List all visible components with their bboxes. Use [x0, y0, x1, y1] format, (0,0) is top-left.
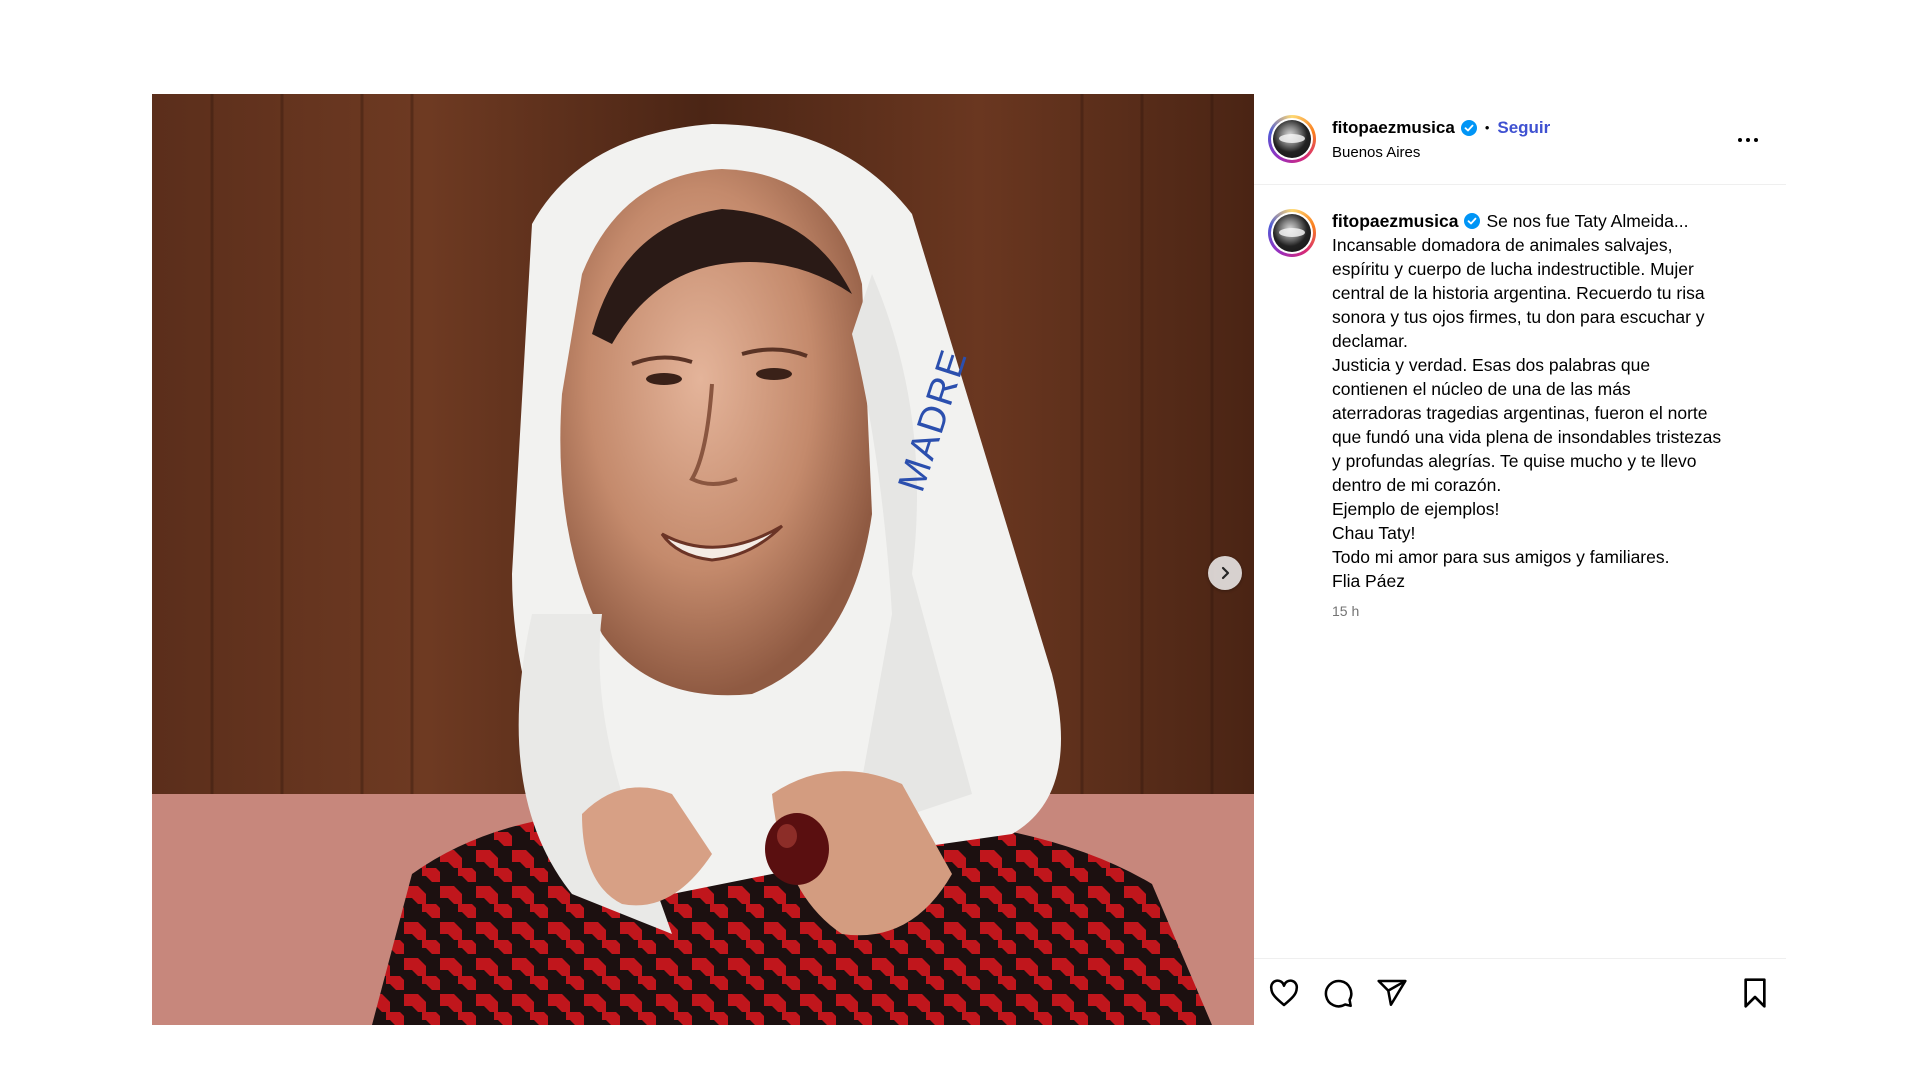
caption-line: que fundó una vida plena de insondables … [1332, 427, 1722, 447]
caption-line: contienen el núcleo de una de las más [1332, 379, 1631, 399]
caption-line: Chau Taty! [1332, 523, 1416, 543]
avatar[interactable] [1268, 115, 1316, 163]
caption-line: espíritu y cuerpo de lucha indestructibl… [1332, 259, 1694, 279]
username-link[interactable]: fitopaezmusica [1332, 118, 1455, 138]
caption-text: fitopaezmusica Se nos fue Taty Almeida...… [1332, 209, 1764, 593]
separator-dot: • [1484, 120, 1490, 135]
caption-line: sonora y tus ojos firmes, tu don para es… [1332, 307, 1705, 327]
caption-line: Se nos fue Taty Almeida... [1486, 211, 1689, 231]
post-timestamp[interactable]: 15 h [1332, 603, 1764, 619]
header-line: fitopaezmusica • Seguir [1332, 118, 1550, 138]
caption-line: Todo mi amor para sus amigos y familiare… [1332, 547, 1670, 567]
caption-line: central de la historia argentina. Recuer… [1332, 283, 1705, 303]
avatar-image [1273, 120, 1311, 158]
verified-badge-icon [1460, 119, 1477, 136]
avatar-image [1273, 214, 1311, 252]
share-icon[interactable] [1376, 977, 1408, 1014]
caption-line: y profundas alegrías. Te quise mucho y t… [1332, 451, 1697, 471]
bookmark-icon[interactable] [1740, 977, 1770, 1014]
caption-line: declamar. [1332, 331, 1408, 351]
caption-line: dentro de mi corazón. [1332, 475, 1502, 495]
action-bar [1254, 958, 1786, 1026]
follow-button[interactable]: Seguir [1497, 118, 1550, 138]
caption-line: Justicia y verdad. Esas dos palabras que [1332, 355, 1651, 375]
chevron-right-icon [1221, 566, 1230, 580]
comment-icon[interactable] [1322, 977, 1354, 1014]
caption-section: fitopaezmusica Se nos fue Taty Almeida...… [1254, 185, 1786, 619]
more-options-icon[interactable] [1734, 134, 1762, 146]
header-text: fitopaezmusica • Seguir Buenos Aires [1332, 118, 1550, 161]
heart-icon[interactable] [1268, 977, 1300, 1014]
avatar-ring [1271, 212, 1313, 254]
caption-line: aterradoras tragedias argentinas, fueron… [1332, 403, 1708, 423]
caption-username[interactable]: fitopaezmusica [1332, 211, 1458, 231]
caption-avatar[interactable] [1268, 209, 1316, 257]
caption-line: Incansable domadora de animales salvajes… [1332, 235, 1673, 255]
instagram-post: MADRE fitopaezmusica • Seguir Buenos Air… [152, 94, 1786, 1025]
post-photo: MADRE [152, 94, 1254, 1025]
caption-line: Ejemplo de ejemplos! [1332, 499, 1500, 519]
post-header: fitopaezmusica • Seguir Buenos Aires [1254, 94, 1786, 185]
caption-line: Flia Páez [1332, 571, 1405, 591]
post-side-panel: fitopaezmusica • Seguir Buenos Aires fit… [1254, 94, 1786, 1025]
verified-badge-icon [1464, 213, 1481, 229]
caption-body: fitopaezmusica Se nos fue Taty Almeida...… [1332, 209, 1764, 619]
location-link[interactable]: Buenos Aires [1332, 144, 1550, 161]
next-image-button[interactable] [1208, 556, 1242, 590]
avatar-ring [1271, 118, 1313, 160]
post-media[interactable]: MADRE [152, 94, 1254, 1025]
